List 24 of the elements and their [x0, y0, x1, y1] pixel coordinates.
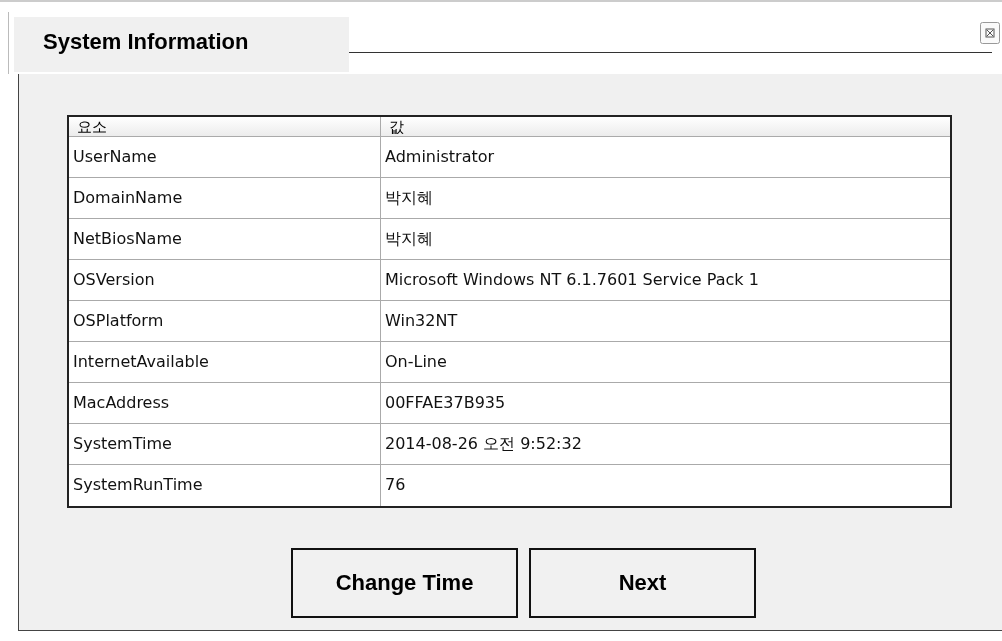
table-cell: OSPlatform [69, 301, 381, 341]
column-header[interactable]: 값 [381, 117, 950, 137]
table-cell: MacAddress [69, 383, 381, 423]
table-cell-text: 박지혜 [384, 228, 434, 250]
table-cell-text: 76 [384, 474, 407, 496]
table-cell-text: 박지혜 [384, 187, 434, 209]
table-cell: NetBiosName [69, 219, 381, 259]
action-button[interactable]: Next [529, 548, 756, 618]
table-cell-text: On-Line [384, 351, 448, 373]
table-cell-text: Administrator [384, 146, 496, 168]
table-cell: DomainName [69, 178, 381, 218]
table-cell-text: 2014-08-26 오전 9:52:32 [384, 433, 583, 455]
table-cell: OSVersion [69, 260, 381, 300]
table-cell: UserName [69, 137, 381, 177]
table-cell-text: Microsoft Windows NT 6.1.7601 Service Pack 1 [384, 269, 760, 291]
action-button[interactable]: Change Time [291, 548, 518, 618]
table-cell: SystemTime [69, 424, 381, 464]
column-header[interactable]: 요소 [69, 117, 381, 137]
table-cell-text: Win32NT [384, 310, 459, 332]
table-cell-text: 00FFAE37B935 [384, 392, 507, 414]
close-icon[interactable] [980, 22, 1000, 44]
table-cell: SystemRunTime [69, 465, 381, 506]
table-cell: InternetAvailable [69, 342, 381, 382]
window-title: System Information [14, 17, 349, 72]
